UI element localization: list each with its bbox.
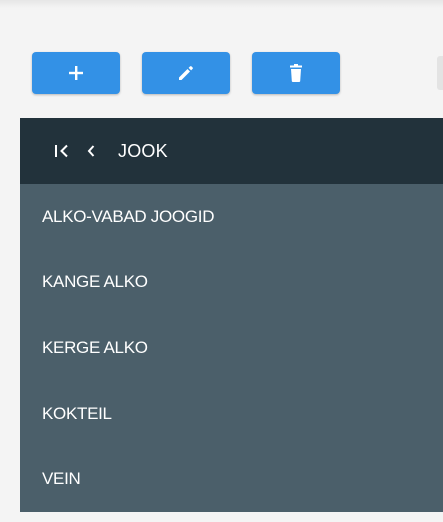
list-header: JOOK	[20, 118, 443, 184]
add-button[interactable]	[32, 52, 120, 94]
toolbar	[32, 52, 340, 94]
list-item-label: ALKO-VABAD JOOGID	[42, 206, 215, 226]
top-shadow	[0, 0, 443, 8]
trash-icon	[290, 64, 302, 82]
delete-button[interactable]	[252, 52, 340, 94]
list-item[interactable]: KANGE ALKO	[20, 250, 443, 316]
partial-button-edge	[437, 56, 443, 90]
list-item[interactable]: KOKTEIL	[20, 381, 443, 447]
first-page-icon	[55, 144, 68, 158]
list-item-label: KERGE ALKO	[42, 337, 148, 357]
back-button[interactable]	[86, 140, 102, 162]
list-item[interactable]: VEIN	[20, 446, 443, 512]
list-header-title: JOOK	[118, 140, 168, 161]
plus-icon	[69, 66, 83, 80]
list-item-label: VEIN	[42, 469, 81, 489]
pencil-icon	[179, 66, 193, 80]
list-item[interactable]: KERGE ALKO	[20, 315, 443, 381]
category-list: JOOK ALKO-VABAD JOOGID KANGE ALKO KERGE …	[20, 118, 443, 512]
list-item[interactable]: ALKO-VABAD JOOGID	[20, 184, 443, 250]
list-item-label: KANGE ALKO	[42, 272, 148, 292]
edit-button[interactable]	[142, 52, 230, 94]
chevron-left-icon	[87, 145, 95, 157]
list-item-label: KOKTEIL	[42, 403, 112, 423]
first-page-button[interactable]	[54, 140, 76, 162]
